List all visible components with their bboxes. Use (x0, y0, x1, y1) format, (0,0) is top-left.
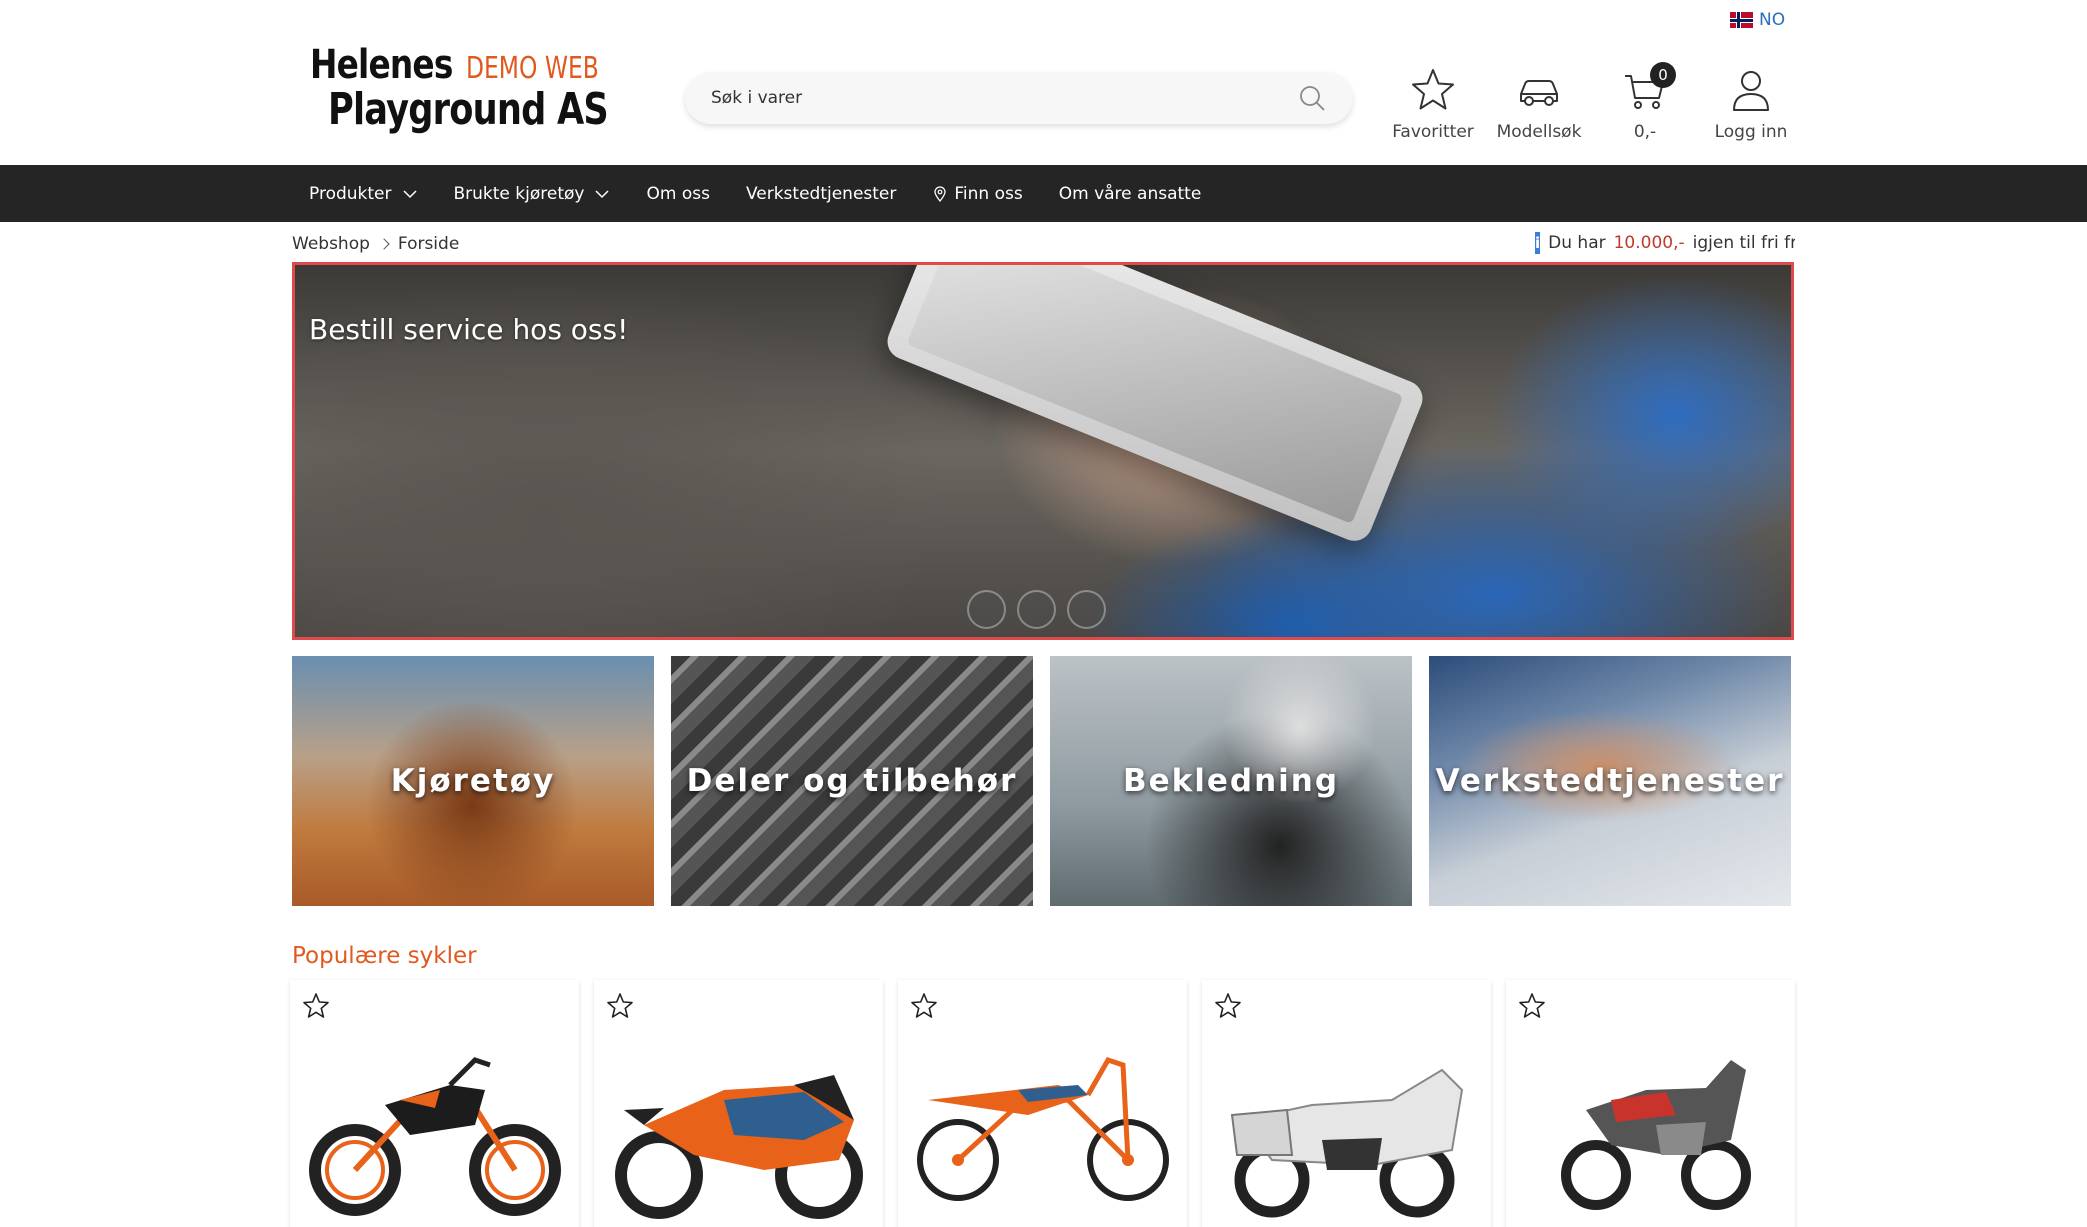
hero-title: Bestill service hos oss! (309, 313, 629, 346)
nav-label: Finn oss (954, 183, 1023, 204)
model-search-button[interactable]: Modellsøk (1486, 66, 1592, 142)
nav-item-brukte-kjoretoy[interactable]: Brukte kjøretøy (454, 184, 611, 204)
product-card[interactable] (290, 980, 579, 1227)
nav-label: Verkstedtjenester (745, 183, 897, 204)
map-pin-icon (934, 185, 947, 202)
model-search-label: Modellsøk (1496, 122, 1582, 142)
category-label: Verkstedtjenester (1435, 763, 1785, 799)
favorite-star-icon[interactable] (910, 992, 938, 1020)
carousel-dot[interactable] (1067, 590, 1106, 629)
nav-item-om-vare-ansatte[interactable]: Om våre ansatte (1059, 184, 1202, 204)
category-verkstedtjenester[interactable]: Verkstedtjenester (1429, 656, 1791, 906)
free-shipping-notice: i Du har 10.000,- igjen til fri frakt (1535, 232, 1795, 254)
motorcycle-image (309, 1057, 561, 1216)
login-label: Logg inn (1714, 122, 1788, 142)
favorite-star-icon[interactable] (1518, 992, 1546, 1020)
nav-item-produkter[interactable]: Produkter (309, 184, 418, 204)
popular-section-title: Populære sykler (292, 943, 477, 969)
cart-total-label: 0,- (1633, 122, 1657, 142)
language-selector[interactable]: NO (1730, 10, 1785, 30)
favorite-star-icon[interactable] (1214, 992, 1242, 1020)
nav-label: Om våre ansatte (1058, 183, 1202, 204)
category-tiles: Kjøretøy Deler og tilbehør Bekledning Ve… (292, 656, 1791, 906)
search-icon[interactable] (1297, 83, 1327, 113)
search-input[interactable] (711, 88, 1297, 108)
notice-amount: 10.000,- (1613, 233, 1685, 253)
carousel-dot[interactable] (1017, 590, 1056, 629)
category-label: Deler og tilbehør (686, 763, 1018, 799)
notice-suffix: igjen til fri frakt (1692, 233, 1795, 253)
motorcycle-image (1230, 1068, 1464, 1218)
carousel-dot[interactable] (967, 590, 1006, 629)
nav-item-finn-oss[interactable]: Finn oss (932, 183, 1023, 204)
category-label: Kjøretøy (390, 763, 556, 799)
header-actions: Favoritter Modellsøk 0 0,- Logg inn (1380, 62, 1804, 142)
carousel-dots (967, 590, 1106, 629)
info-icon: i (1535, 232, 1541, 254)
favorite-star-icon[interactable] (606, 992, 634, 1020)
star-icon (1412, 69, 1454, 110)
logo-line2: Playground AS (328, 84, 609, 135)
breadcrumb-current: Forside (397, 234, 460, 254)
product-card[interactable] (594, 980, 883, 1227)
nav-label: Produkter (309, 183, 392, 204)
notice-prefix: Du har (1548, 233, 1606, 253)
breadcrumb: Webshop Forside (292, 234, 459, 254)
favorites-label: Favoritter (1392, 122, 1474, 142)
chevron-right-icon (378, 238, 390, 250)
search-bar (685, 72, 1353, 124)
language-label: NO (1759, 10, 1786, 30)
nav-label: Brukte kjøretøy (453, 183, 585, 204)
motorcycle-image (1561, 1060, 1751, 1210)
favorite-star-icon[interactable] (302, 992, 330, 1020)
product-list (290, 980, 1795, 1227)
product-card[interactable] (1506, 980, 1795, 1227)
motorcycle-image (917, 1056, 1169, 1201)
nav-item-om-oss[interactable]: Om oss (646, 184, 709, 204)
chevron-down-icon (402, 189, 417, 198)
breadcrumb-webshop[interactable]: Webshop (292, 234, 370, 254)
motorcycle-image (615, 1075, 863, 1219)
nav-item-verkstedtjenester[interactable]: Verkstedtjenester (746, 184, 896, 204)
logo-tag: DEMO WEB (465, 51, 599, 86)
favorites-button[interactable]: Favoritter (1380, 66, 1486, 142)
cart-count-badge: 0 (1650, 62, 1676, 88)
norway-flag-icon (1730, 12, 1753, 28)
chevron-down-icon (595, 189, 610, 198)
hero-tablet-image (882, 265, 1428, 547)
main-nav: Produkter Brukte kjøretøy Om oss Verkste… (0, 165, 2087, 222)
category-label: Bekledning (1122, 763, 1340, 799)
site-logo[interactable]: Helenes DEMO WEB Playground AS (310, 42, 678, 135)
nav-label: Om oss (646, 183, 710, 204)
user-icon (1733, 71, 1769, 111)
product-card[interactable] (898, 980, 1187, 1227)
logo-line1: Helenes (310, 42, 453, 88)
cart-button[interactable]: 0 0,- (1592, 62, 1698, 142)
category-deler-og-tilbehor[interactable]: Deler og tilbehør (671, 656, 1033, 906)
login-button[interactable]: Logg inn (1698, 66, 1804, 142)
hero-banner[interactable]: Bestill service hos oss! (292, 262, 1794, 640)
category-kjoretoy[interactable]: Kjøretøy (292, 656, 654, 906)
car-icon (1520, 80, 1558, 106)
product-card[interactable] (1202, 980, 1491, 1227)
category-bekledning[interactable]: Bekledning (1050, 656, 1412, 906)
